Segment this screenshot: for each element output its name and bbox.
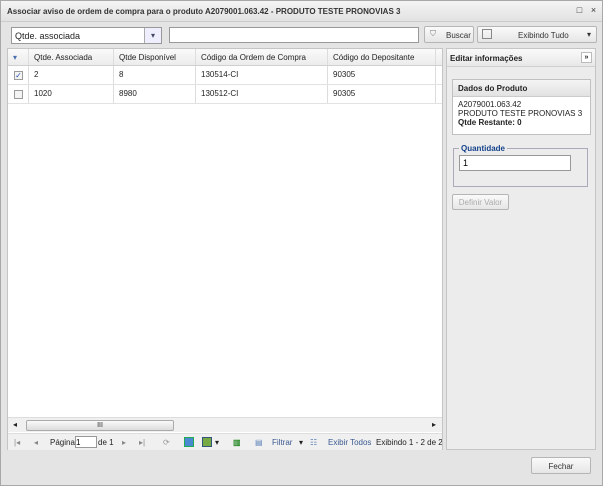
next-page-icon[interactable]: ▸	[122, 438, 126, 447]
chart-icon[interactable]	[184, 437, 194, 447]
cell: 8	[114, 66, 196, 84]
row-checkbox[interactable]: ✓	[14, 71, 23, 80]
title-bar: Associar aviso de ordem de compra para o…	[1, 1, 602, 22]
window-title: Associar aviso de ordem de compra para o…	[7, 7, 401, 16]
grid-header: ▾ Qtde. Associada Qtde Disponível Código…	[8, 49, 442, 66]
prev-page-icon[interactable]: ◂	[34, 438, 38, 447]
column-header[interactable]: Código da Ordem de Compra	[196, 49, 328, 65]
dropdown-arrow-icon[interactable]: ▾	[299, 438, 303, 447]
page-label: Página	[50, 438, 75, 447]
quantity-legend: Quantidade	[461, 144, 506, 153]
product-header: Dados do Produto	[453, 80, 590, 97]
paging-status: Exibindo 1 - 2 de 2	[376, 438, 442, 447]
collapse-icon[interactable]: »	[581, 52, 592, 63]
cell: 130512-CI	[196, 85, 328, 103]
last-page-icon[interactable]: ▸|	[139, 438, 145, 447]
close-icon[interactable]: ×	[588, 5, 599, 16]
scrollbar-thumb[interactable]: III	[26, 420, 174, 431]
filter-icon: ⛉	[430, 29, 436, 38]
columns-icon[interactable]: ▥	[233, 438, 241, 447]
field-select[interactable]: Qtde. associada ▾	[11, 27, 162, 44]
row-checkbox[interactable]	[14, 90, 23, 99]
refresh-icon[interactable]: ⟳	[163, 438, 170, 447]
filter-button[interactable]: Filtrar	[272, 438, 292, 447]
cell: 1020	[29, 85, 114, 103]
field-select-value: Qtde. associada	[15, 31, 81, 41]
remaining-qty: Qtde Restante: 0	[458, 118, 522, 127]
export-icon[interactable]	[202, 437, 212, 447]
cell: 90305	[328, 66, 436, 84]
maximize-icon[interactable]: □	[574, 5, 585, 16]
scroll-right-icon[interactable]: ▸	[432, 420, 436, 429]
quantity-input[interactable]	[459, 155, 571, 171]
chevron-down-icon[interactable]: ▾	[144, 28, 161, 43]
show-all-button[interactable]: Exibir Todos	[328, 438, 371, 447]
paging-toolbar: |◂ ◂ Página de 1 ▸ ▸| ⟳ ▾ ▥ ▤ Filtrar ▾ …	[8, 433, 442, 450]
panel-title: Editar informações	[450, 54, 523, 63]
cell: 90305	[328, 85, 436, 103]
scroll-left-icon[interactable]: ◂	[13, 420, 17, 429]
view-icon	[482, 29, 492, 39]
quantity-fieldset: Quantidade	[453, 144, 588, 187]
dropdown-arrow-icon[interactable]: ▾	[215, 438, 219, 447]
column-header[interactable]: Qtde Disponível	[114, 49, 196, 65]
dropdown-arrow-icon: ▾	[586, 30, 591, 39]
filter-icon[interactable]: ▤	[255, 438, 263, 447]
product-code: A2079001.063.42	[458, 100, 522, 109]
column-header[interactable]: Qtde. Associada	[29, 49, 114, 65]
first-page-icon[interactable]: |◂	[14, 438, 20, 447]
search-input[interactable]	[169, 27, 419, 43]
list-icon[interactable]: ☷	[310, 438, 317, 447]
edit-panel: Editar informações » Dados do Produto A2…	[446, 48, 596, 450]
column-header[interactable]: Código do Depositante	[328, 49, 436, 65]
search-button[interactable]: ⛉ Buscar	[424, 26, 474, 43]
cell: 2	[29, 66, 114, 84]
view-mode-button[interactable]: Exibindo Tudo ▾	[477, 26, 597, 43]
set-value-button[interactable]: Definir Valor	[452, 194, 509, 210]
close-button[interactable]: Fechar	[531, 457, 591, 474]
cell: 130514-CI	[196, 66, 328, 84]
page-input[interactable]	[75, 436, 97, 448]
dialog-window: Associar aviso de ordem de compra para o…	[0, 0, 603, 486]
horizontal-scrollbar[interactable]: ◂ III ▸	[8, 417, 442, 432]
results-grid: ▾ Qtde. Associada Qtde Disponível Código…	[7, 48, 443, 450]
sort-icon[interactable]: ▾	[8, 49, 29, 65]
table-row[interactable]: ✓ 2 8 130514-CI 90305	[8, 66, 442, 85]
table-row[interactable]: 1020 8980 130512-CI 90305	[8, 85, 442, 104]
cell: 8980	[114, 85, 196, 103]
page-count: de 1	[98, 438, 114, 447]
product-data-box: Dados do Produto A2079001.063.42 PRODUTO…	[452, 79, 591, 135]
product-name: PRODUTO TESTE PRONOVIAS 3	[458, 109, 583, 118]
